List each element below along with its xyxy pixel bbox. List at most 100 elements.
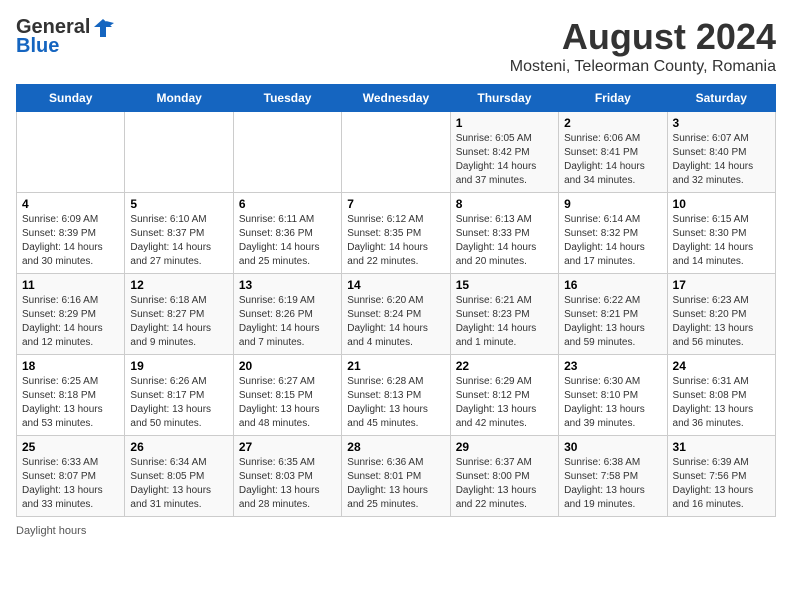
day-number: 23	[564, 359, 661, 373]
logo-blue-text: Blue	[16, 35, 59, 58]
calendar-cell: 6 Sunrise: 6:11 AMSunset: 8:36 PMDaylight…	[233, 193, 341, 274]
calendar-cell: 29 Sunrise: 6:37 AMSunset: 8:00 PMDayligh…	[450, 436, 558, 517]
day-info: Sunrise: 6:16 AMSunset: 8:29 PMDaylight:…	[22, 294, 119, 350]
day-info: Sunrise: 6:12 AMSunset: 8:35 PMDaylight:…	[347, 213, 444, 269]
day-info: Sunrise: 6:33 AMSunset: 8:07 PMDaylight:…	[22, 456, 119, 512]
day-number: 1	[456, 116, 553, 130]
location-subtitle: Mosteni, Teleorman County, Romania	[510, 58, 776, 76]
day-info: Sunrise: 6:15 AMSunset: 8:30 PMDaylight:…	[673, 213, 770, 269]
day-number: 30	[564, 440, 661, 454]
calendar-cell: 14Sunrise: 6:20 AMSunset: 8:24 PMDayligh…	[342, 274, 450, 355]
logo-bird-icon	[92, 17, 114, 39]
calendar-cell: 3 Sunrise: 6:07 AMSunset: 8:40 PMDaylight…	[667, 112, 775, 193]
calendar-cell: 26 Sunrise: 6:34 AMSunset: 8:05 PMDayligh…	[125, 436, 233, 517]
calendar-week-1: 1 Sunrise: 6:05 AMSunset: 8:42 PMDaylight…	[17, 112, 776, 193]
day-number: 15	[456, 278, 553, 292]
calendar-cell	[233, 112, 341, 193]
day-info: Sunrise: 6:38 AMSunset: 7:58 PMDaylight:…	[564, 456, 661, 512]
calendar-table: SundayMondayTuesdayWednesdayThursdayFrid…	[16, 84, 776, 517]
day-number: 20	[239, 359, 336, 373]
calendar-footer: Daylight hours	[16, 525, 776, 537]
day-info: Sunrise: 6:07 AMSunset: 8:40 PMDaylight:…	[673, 132, 770, 188]
calendar-cell: 31 Sunrise: 6:39 AMSunset: 7:56 PMDayligh…	[667, 436, 775, 517]
calendar-cell: 19 Sunrise: 6:26 AMSunset: 8:17 PMDayligh…	[125, 355, 233, 436]
day-info: Sunrise: 6:21 AMSunset: 8:23 PMDaylight:…	[456, 294, 553, 350]
weekday-header-friday: Friday	[559, 85, 667, 112]
calendar-cell	[17, 112, 125, 193]
calendar-cell: 10 Sunrise: 6:15 AMSunset: 8:30 PMDayligh…	[667, 193, 775, 274]
calendar-cell: 17 Sunrise: 6:23 AMSunset: 8:20 PMDayligh…	[667, 274, 775, 355]
day-number: 4	[22, 197, 119, 211]
day-number: 26	[130, 440, 227, 454]
calendar-cell: 20Sunrise: 6:27 AMSunset: 8:15 PMDayligh…	[233, 355, 341, 436]
weekday-header-tuesday: Tuesday	[233, 85, 341, 112]
day-info: Sunrise: 6:14 AMSunset: 8:32 PMDaylight:…	[564, 213, 661, 269]
calendar-cell: 24Sunrise: 6:31 AMSunset: 8:08 PMDayligh…	[667, 355, 775, 436]
calendar-cell: 11 Sunrise: 6:16 AMSunset: 8:29 PMDayligh…	[17, 274, 125, 355]
day-number: 9	[564, 197, 661, 211]
day-info: Sunrise: 6:37 AMSunset: 8:00 PMDaylight:…	[456, 456, 553, 512]
day-number: 5	[130, 197, 227, 211]
calendar-cell: 21 Sunrise: 6:28 AMSunset: 8:13 PMDayligh…	[342, 355, 450, 436]
day-info: Sunrise: 6:06 AMSunset: 8:41 PMDaylight:…	[564, 132, 661, 188]
day-number: 12	[130, 278, 227, 292]
calendar-cell: 7Sunrise: 6:12 AMSunset: 8:35 PMDaylight…	[342, 193, 450, 274]
daylight-label: Daylight hours	[16, 525, 86, 537]
calendar-cell: 30 Sunrise: 6:38 AMSunset: 7:58 PMDayligh…	[559, 436, 667, 517]
calendar-cell: 16Sunrise: 6:22 AMSunset: 8:21 PMDayligh…	[559, 274, 667, 355]
day-number: 25	[22, 440, 119, 454]
calendar-cell: 23 Sunrise: 6:30 AMSunset: 8:10 PMDayligh…	[559, 355, 667, 436]
day-info: Sunrise: 6:20 AMSunset: 8:24 PMDaylight:…	[347, 294, 444, 350]
day-info: Sunrise: 6:19 AMSunset: 8:26 PMDaylight:…	[239, 294, 336, 350]
day-number: 28	[347, 440, 444, 454]
calendar-cell: 8 Sunrise: 6:13 AMSunset: 8:33 PMDaylight…	[450, 193, 558, 274]
calendar-cell: 9 Sunrise: 6:14 AMSunset: 8:32 PMDaylight…	[559, 193, 667, 274]
day-info: Sunrise: 6:13 AMSunset: 8:33 PMDaylight:…	[456, 213, 553, 269]
page-header: General Blue August 2024 Mosteni, Teleor…	[16, 16, 776, 76]
calendar-cell: 12 Sunrise: 6:18 AMSunset: 8:27 PMDayligh…	[125, 274, 233, 355]
day-number: 17	[673, 278, 770, 292]
day-number: 3	[673, 116, 770, 130]
calendar-cell: 4 Sunrise: 6:09 AMSunset: 8:39 PMDaylight…	[17, 193, 125, 274]
calendar-week-4: 18Sunrise: 6:25 AMSunset: 8:18 PMDayligh…	[17, 355, 776, 436]
day-number: 10	[673, 197, 770, 211]
weekday-header-monday: Monday	[125, 85, 233, 112]
day-number: 6	[239, 197, 336, 211]
day-info: Sunrise: 6:23 AMSunset: 8:20 PMDaylight:…	[673, 294, 770, 350]
calendar-cell: 22Sunrise: 6:29 AMSunset: 8:12 PMDayligh…	[450, 355, 558, 436]
day-number: 27	[239, 440, 336, 454]
month-year-title: August 2024	[510, 16, 776, 58]
day-info: Sunrise: 6:35 AMSunset: 8:03 PMDaylight:…	[239, 456, 336, 512]
day-number: 11	[22, 278, 119, 292]
day-number: 16	[564, 278, 661, 292]
day-info: Sunrise: 6:11 AMSunset: 8:36 PMDaylight:…	[239, 213, 336, 269]
day-info: Sunrise: 6:34 AMSunset: 8:05 PMDaylight:…	[130, 456, 227, 512]
calendar-cell: 25 Sunrise: 6:33 AMSunset: 8:07 PMDayligh…	[17, 436, 125, 517]
calendar-cell: 27 Sunrise: 6:35 AMSunset: 8:03 PMDayligh…	[233, 436, 341, 517]
calendar-cell	[125, 112, 233, 193]
day-info: Sunrise: 6:26 AMSunset: 8:17 PMDaylight:…	[130, 375, 227, 431]
day-number: 21	[347, 359, 444, 373]
logo: General Blue	[16, 16, 114, 58]
day-number: 31	[673, 440, 770, 454]
day-number: 19	[130, 359, 227, 373]
calendar-week-2: 4 Sunrise: 6:09 AMSunset: 8:39 PMDaylight…	[17, 193, 776, 274]
day-info: Sunrise: 6:30 AMSunset: 8:10 PMDaylight:…	[564, 375, 661, 431]
day-number: 2	[564, 116, 661, 130]
day-number: 29	[456, 440, 553, 454]
calendar-cell: 15 Sunrise: 6:21 AMSunset: 8:23 PMDayligh…	[450, 274, 558, 355]
day-number: 8	[456, 197, 553, 211]
calendar-week-3: 11 Sunrise: 6:16 AMSunset: 8:29 PMDayligh…	[17, 274, 776, 355]
day-number: 13	[239, 278, 336, 292]
day-number: 18	[22, 359, 119, 373]
calendar-cell: 2 Sunrise: 6:06 AMSunset: 8:41 PMDaylight…	[559, 112, 667, 193]
day-info: Sunrise: 6:29 AMSunset: 8:12 PMDaylight:…	[456, 375, 553, 431]
day-info: Sunrise: 6:39 AMSunset: 7:56 PMDaylight:…	[673, 456, 770, 512]
calendar-cell: 18Sunrise: 6:25 AMSunset: 8:18 PMDayligh…	[17, 355, 125, 436]
day-info: Sunrise: 6:05 AMSunset: 8:42 PMDaylight:…	[456, 132, 553, 188]
day-info: Sunrise: 6:28 AMSunset: 8:13 PMDaylight:…	[347, 375, 444, 431]
day-info: Sunrise: 6:09 AMSunset: 8:39 PMDaylight:…	[22, 213, 119, 269]
day-info: Sunrise: 6:18 AMSunset: 8:27 PMDaylight:…	[130, 294, 227, 350]
weekday-header-thursday: Thursday	[450, 85, 558, 112]
day-info: Sunrise: 6:10 AMSunset: 8:37 PMDaylight:…	[130, 213, 227, 269]
